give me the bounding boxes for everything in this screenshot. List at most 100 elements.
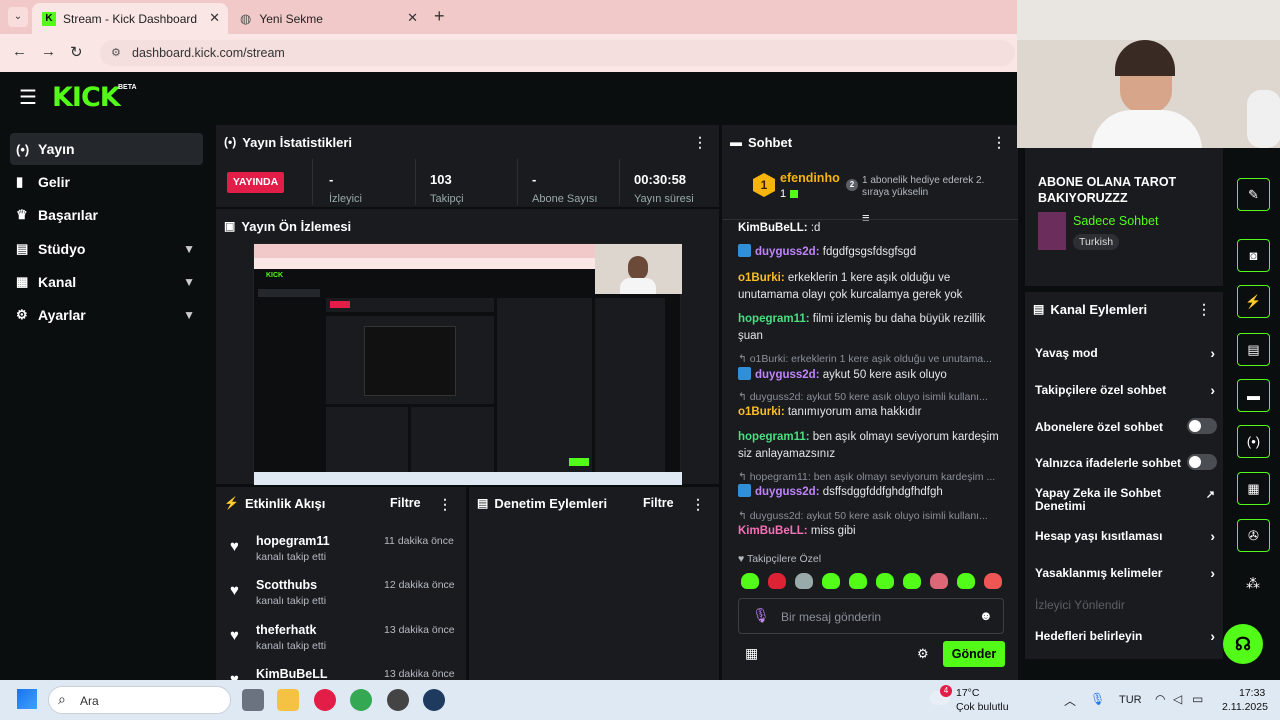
message-user[interactable]: duyguss2d:	[755, 369, 820, 381]
tab-kick-dashboard[interactable]: K Stream - Kick Dashboard ✕	[32, 3, 228, 34]
mic-icon[interactable]: 🎙	[752, 607, 770, 624]
reply-preview[interactable]: ↰ duyguss2d: aykut 50 kere asık oluyo is…	[738, 510, 1004, 522]
site-info-icon[interactable]: ⚙	[111, 40, 121, 66]
action-followers-only[interactable]: Takipçilere özel sohbet ›	[1035, 382, 1215, 398]
volume-icon[interactable]: ◁	[1173, 692, 1182, 706]
preview-video[interactable]: KICK	[253, 243, 682, 485]
more-options-icon[interactable]: ⋮	[693, 134, 707, 151]
flash-icon[interactable]: ⚡	[1237, 285, 1270, 318]
message-user[interactable]: hopegram11:	[738, 313, 810, 325]
new-tab-button[interactable]: +	[434, 6, 445, 27]
event-user[interactable]: KimBuBeLL	[256, 667, 328, 680]
action-slow-mode[interactable]: Yavaş mod ›	[1035, 345, 1215, 361]
toggle-switch[interactable]	[1187, 454, 1217, 470]
back-icon[interactable]: ←	[12, 43, 27, 60]
clock-date[interactable]: 2.11.2025	[1222, 701, 1268, 713]
apps-icon[interactable]: ⁂	[1246, 575, 1260, 592]
menu-icon[interactable]: ☰	[19, 88, 37, 108]
emote-icon[interactable]	[876, 573, 894, 589]
event-user[interactable]: Scotthubs	[256, 578, 317, 592]
action-set-goals[interactable]: Hedefleri belirleyin ›	[1035, 628, 1215, 644]
chat-input[interactable]: 🎙 Bir mesaj gönderin ☻	[738, 598, 1004, 634]
emote-icon[interactable]	[849, 573, 867, 589]
filter-button[interactable]: Filtre	[643, 496, 674, 510]
support-icon[interactable]: ☊	[1223, 624, 1263, 664]
forward-icon[interactable]: →	[41, 43, 56, 60]
windows-start-icon[interactable]	[17, 689, 37, 709]
emote-icon[interactable]	[930, 573, 948, 589]
category-thumbnail[interactable]	[1038, 212, 1066, 250]
battery-icon[interactable]: ▭	[1192, 692, 1203, 706]
reply-preview[interactable]: ↰ duyguss2d: aykut 50 kere asık oluyo is…	[738, 391, 1004, 403]
settings-icon[interactable]: ⚙	[917, 646, 929, 662]
message-user[interactable]: KimBuBeLL:	[738, 222, 808, 234]
emoji-icon[interactable]: ☻	[979, 608, 993, 623]
chat-bubble-icon[interactable]: ▬	[1237, 379, 1270, 412]
broadcast-icon[interactable]: (•)	[1237, 425, 1270, 458]
message-user[interactable]: duyguss2d:	[755, 246, 820, 258]
sidebar-item-kanal[interactable]: ▦ Kanal ▼	[10, 266, 203, 298]
event-user[interactable]: hopegram11	[256, 534, 330, 548]
toggle-switch[interactable]	[1187, 418, 1217, 434]
more-options-icon[interactable]: ⋮	[992, 134, 1006, 151]
sidebar-item-ayarlar[interactable]: ⚙ Ayarlar ▼	[10, 299, 203, 331]
category-name[interactable]: Sadece Sohbet	[1073, 214, 1159, 228]
reload-icon[interactable]: ↻	[70, 43, 83, 61]
obs-icon[interactable]	[423, 689, 445, 711]
emote-icon[interactable]	[741, 573, 759, 589]
message-user[interactable]: o1Burki:	[738, 272, 785, 284]
emote-icon[interactable]	[822, 573, 840, 589]
layout-icon[interactable]: ▦	[1237, 472, 1270, 505]
more-options-icon[interactable]: ⋮	[691, 496, 705, 513]
chevron-down-icon[interactable]: ▼	[183, 275, 195, 289]
sidebar-item-gelir[interactable]: ▮ Gelir	[10, 166, 203, 198]
message-user[interactable]: duyguss2d:	[755, 486, 820, 498]
wifi-icon[interactable]: ◠	[1155, 692, 1165, 706]
clock-time[interactable]: 17:33	[1239, 687, 1265, 699]
mic-icon[interactable]: 🎙	[1090, 692, 1105, 706]
emote-icon[interactable]	[903, 573, 921, 589]
action-banned-words[interactable]: Yasaklanmış kelimeler ›	[1035, 565, 1215, 581]
filter-button[interactable]: Filtre	[390, 496, 421, 510]
emote-icon[interactable]	[957, 573, 975, 589]
action-subscribers-only[interactable]: Abonelere özel sohbet	[1035, 418, 1217, 434]
message-user[interactable]: o1Burki:	[738, 406, 785, 418]
tab-close-icon[interactable]: ✕	[209, 10, 220, 26]
camera-icon[interactable]: ◙	[1237, 239, 1270, 272]
event-user[interactable]: theferhatk	[256, 623, 316, 637]
kick-logo[interactable]: KICK	[52, 82, 121, 113]
action-account-age[interactable]: Hesap yaşı kısıtlaması ›	[1035, 528, 1215, 544]
language-indicator[interactable]: TUR	[1119, 694, 1142, 706]
sidebar-item-yayin[interactable]: (•) Yayın	[10, 133, 203, 165]
document-icon[interactable]: ▤	[1237, 333, 1270, 366]
message-user[interactable]: KimBuBeLL:	[738, 525, 808, 537]
action-ai-moderation[interactable]: Yapay Zeka ile Sohbet Denetimi ↗	[1035, 487, 1215, 513]
pinned-user[interactable]: efendinho	[780, 171, 840, 185]
wrench-icon[interactable]: ✇	[1237, 519, 1270, 552]
message-user[interactable]: hopegram11:	[738, 431, 810, 443]
reply-preview[interactable]: ↰ o1Burki: erkeklerin 1 kere aşık olduğu…	[738, 353, 1004, 365]
emote-icon[interactable]	[795, 573, 813, 589]
emote-icon[interactable]	[768, 573, 786, 589]
tab-close-icon[interactable]: ✕	[407, 10, 418, 26]
chevron-down-icon[interactable]: ▼	[183, 308, 195, 322]
sidebar-item-studyo[interactable]: ▤ Stüdyo ▼	[10, 233, 203, 265]
yandex-browser-icon[interactable]	[314, 689, 336, 711]
chevron-down-icon[interactable]: ▼	[183, 242, 195, 256]
tab-search-icon[interactable]: ⌄	[8, 7, 28, 27]
chevron-up-icon[interactable]: ︿	[1064, 692, 1076, 709]
app-icon[interactable]	[387, 689, 409, 711]
chrome-icon[interactable]	[350, 689, 372, 711]
tab-new-tab[interactable]: ◍ Yeni Sekme ✕	[230, 3, 426, 34]
edit-icon[interactable]: ✎	[1237, 178, 1270, 211]
sidebar-item-basarilar[interactable]: ♛ Başarılar	[10, 199, 203, 231]
reply-preview[interactable]: ↰ hopegram11: ben aşık olmayı seviyorum …	[738, 471, 1004, 483]
taskbar-search[interactable]: ⌕ Ara	[48, 686, 231, 714]
task-view-icon[interactable]	[242, 689, 264, 711]
more-options-icon[interactable]: ⋮	[1197, 301, 1211, 318]
url-field[interactable]: ⚙ dashboard.kick.com/stream	[100, 40, 1015, 66]
action-emotes-only[interactable]: Yalnızca ifadelerle sohbet	[1035, 454, 1217, 470]
more-options-icon[interactable]: ⋮	[438, 496, 452, 513]
file-explorer-icon[interactable]	[277, 689, 299, 711]
store-icon[interactable]: ▦	[745, 645, 758, 662]
